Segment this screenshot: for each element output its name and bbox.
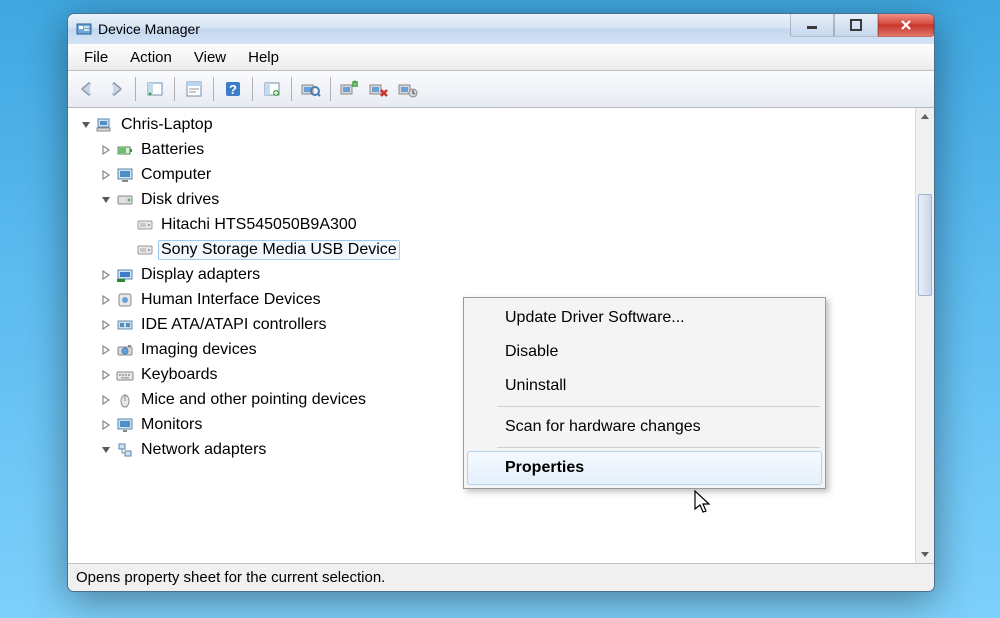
toolbar: ? (68, 71, 934, 108)
context-menu-disable[interactable]: Disable (467, 335, 822, 369)
scroll-down-button[interactable] (916, 545, 934, 563)
close-button[interactable] (878, 13, 934, 37)
keyboard-icon (116, 366, 134, 384)
scroll-thumb[interactable] (918, 194, 932, 296)
disk-drive-icon (136, 216, 154, 234)
expand-icon[interactable] (100, 294, 112, 306)
properties-toolbar-button[interactable] (181, 76, 207, 102)
tree-item[interactable]: Hitachi HTS545050B9A300 (120, 212, 915, 237)
context-menu-separator (497, 406, 820, 407)
tree-item[interactable]: Batteries (100, 137, 915, 162)
tree-item-label: IDE ATA/ATAPI controllers (138, 315, 330, 335)
toolbar-separator (252, 77, 253, 101)
tree-item-label: Sony Storage Media USB Device (158, 240, 400, 260)
forward-button[interactable] (103, 76, 129, 102)
context-menu-update-driver[interactable]: Update Driver Software... (467, 301, 822, 335)
tree-root-label: Chris-Laptop (118, 115, 216, 135)
computer-icon (96, 116, 114, 134)
tree-item-label: Monitors (138, 415, 205, 435)
collapse-icon[interactable] (100, 194, 112, 206)
leaf-indent (120, 244, 132, 256)
tree-item-label: Disk drives (138, 190, 222, 210)
tree-item-label: Human Interface Devices (138, 290, 324, 310)
app-icon (76, 21, 92, 37)
ide-icon (116, 316, 134, 334)
collapse-icon[interactable] (100, 444, 112, 456)
help-toolbar-button[interactable]: ? (220, 76, 246, 102)
minimize-button[interactable] (790, 13, 834, 37)
disable-toolbar-button[interactable] (366, 76, 392, 102)
toolbar-separator (213, 77, 214, 101)
expand-icon[interactable] (100, 169, 112, 181)
menu-view[interactable]: View (184, 47, 236, 68)
toolbar-separator (330, 77, 331, 101)
statusbar: Opens property sheet for the current sel… (68, 564, 934, 591)
menu-file[interactable]: File (74, 47, 118, 68)
context-menu-uninstall[interactable]: Uninstall (467, 369, 822, 403)
scan-hardware-toolbar-button[interactable] (298, 76, 324, 102)
menu-help[interactable]: Help (238, 47, 289, 68)
mouse-icon (116, 391, 134, 409)
tree-item-label: Hitachi HTS545050B9A300 (158, 215, 360, 235)
maximize-button[interactable] (834, 13, 878, 37)
menu-action[interactable]: Action (120, 47, 182, 68)
tree-item[interactable]: Computer (100, 162, 915, 187)
tree-item-label: Network adapters (138, 440, 269, 460)
toolbar-separator (291, 77, 292, 101)
tree-item[interactable]: Disk drives (100, 187, 915, 212)
tree-item[interactable]: Display adapters (100, 262, 915, 287)
context-menu-properties[interactable]: Properties (467, 451, 822, 485)
disk-drive-icon (136, 241, 154, 259)
tree-root[interactable]: Chris-Laptop (80, 112, 915, 137)
uninstall-toolbar-button[interactable] (337, 76, 363, 102)
leaf-indent (120, 219, 132, 231)
imaging-icon (116, 341, 134, 359)
statusbar-text: Opens property sheet for the current sel… (76, 569, 385, 586)
hid-icon (116, 291, 134, 309)
tree-item-label: Imaging devices (138, 340, 260, 360)
svg-text:?: ? (229, 82, 237, 97)
toolbar-separator (174, 77, 175, 101)
computer-monitor-icon (116, 166, 134, 184)
expand-icon[interactable] (100, 319, 112, 331)
tree-item-label: Keyboards (138, 365, 221, 385)
expand-icon[interactable] (100, 269, 112, 281)
toolbar-separator (135, 77, 136, 101)
expand-icon[interactable] (100, 144, 112, 156)
context-menu-scan[interactable]: Scan for hardware changes (467, 410, 822, 444)
tree-item-label: Display adapters (138, 265, 263, 285)
window-title: Device Manager (98, 21, 790, 37)
expand-icon[interactable] (100, 344, 112, 356)
disk-icon (116, 191, 134, 209)
vertical-scrollbar[interactable] (915, 108, 934, 563)
menubar: File Action View Help (68, 44, 934, 71)
collapse-icon[interactable] (80, 119, 92, 131)
display-adapter-icon (116, 266, 134, 284)
scroll-up-button[interactable] (916, 108, 934, 126)
show-hide-console-tree-button[interactable] (142, 76, 168, 102)
expand-icon[interactable] (100, 394, 112, 406)
context-menu-separator (497, 447, 820, 448)
monitor-icon (116, 416, 134, 434)
tree-item-label: Computer (138, 165, 214, 185)
update-driver-toolbar-button[interactable] (259, 76, 285, 102)
battery-icon (116, 141, 134, 159)
expand-icon[interactable] (100, 369, 112, 381)
titlebar[interactable]: Device Manager (68, 14, 934, 44)
tree-item-label: Mice and other pointing devices (138, 390, 369, 410)
tree-item-label: Batteries (138, 140, 207, 160)
context-menu: Update Driver Software...DisableUninstal… (463, 297, 826, 489)
expand-icon[interactable] (100, 419, 112, 431)
enable-toolbar-button[interactable] (395, 76, 421, 102)
back-button[interactable] (74, 76, 100, 102)
window-controls (790, 14, 934, 44)
network-icon (116, 441, 134, 459)
tree-item[interactable]: Sony Storage Media USB Device (120, 237, 915, 262)
scroll-track[interactable] (916, 126, 934, 545)
